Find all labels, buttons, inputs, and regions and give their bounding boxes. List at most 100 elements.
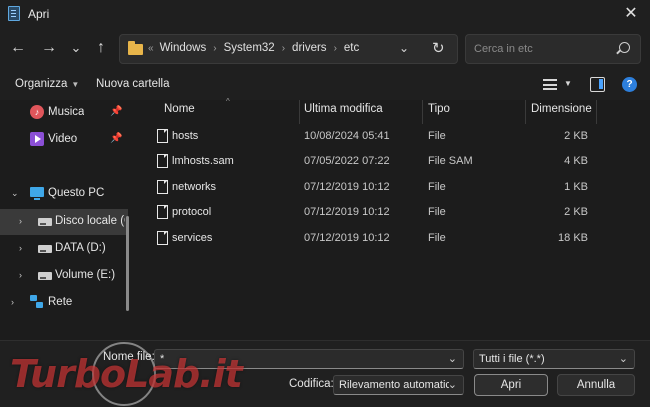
- up-button[interactable]: ↑: [89, 36, 113, 60]
- breadcrumb-separator[interactable]: ›: [282, 43, 285, 54]
- chevron-right-icon[interactable]: ›: [19, 270, 22, 280]
- music-icon: ♪: [30, 105, 44, 119]
- sidebar-item-questo-pc[interactable]: ⌄ Questo PC: [0, 181, 128, 207]
- close-button[interactable]: ✕: [618, 2, 644, 26]
- sidebar-item-disco-locale-c[interactable]: › Disco locale (C:): [0, 209, 128, 235]
- navigation-pane: ♪ Musica 📌 Video 📌 ⌄ Questo PC › Disco l…: [0, 100, 134, 315]
- navigation-bar: ← → ⌄ ↑ « Windows › System32 › drivers › etc ⌄ …: [0, 28, 650, 70]
- chevron-right-icon[interactable]: ›: [19, 243, 22, 253]
- breadcrumb-overflow[interactable]: «: [148, 43, 154, 54]
- open-button[interactable]: Apri: [474, 374, 548, 396]
- filename-value: *: [160, 353, 165, 365]
- network-icon: [30, 295, 44, 309]
- sidebar-item-rete[interactable]: › Rete: [0, 290, 128, 316]
- search-icon[interactable]: [619, 42, 630, 53]
- file-type: File: [428, 206, 446, 218]
- encoding-select[interactable]: Rilevamento automatico ⌄: [333, 375, 464, 395]
- preview-pane-icon[interactable]: [590, 77, 605, 92]
- chevron-down-icon[interactable]: ⌄: [448, 378, 457, 391]
- back-button[interactable]: ←: [6, 36, 30, 60]
- sidebar-item-label: Questo PC: [48, 187, 105, 199]
- file-size: 2 KB: [564, 206, 588, 218]
- column-divider[interactable]: [596, 100, 597, 124]
- column-divider[interactable]: [525, 100, 526, 124]
- computer-icon: [30, 187, 44, 200]
- title-bar: Apri ✕: [0, 0, 650, 28]
- filename-label: Nome file:: [103, 351, 155, 363]
- file-row[interactable]: networks 07/12/2019 10:12 File 1 KB: [146, 177, 606, 203]
- file-type: File: [428, 130, 446, 142]
- chevron-down-icon[interactable]: ⌄: [448, 352, 457, 365]
- sidebar-item-video[interactable]: Video 📌: [0, 127, 128, 153]
- chevron-down-icon[interactable]: ⌄: [11, 188, 19, 199]
- file-icon: [157, 231, 168, 245]
- column-header-size[interactable]: Dimensione: [531, 103, 592, 115]
- column-header-name[interactable]: Nome: [164, 103, 195, 115]
- file-icon: [157, 205, 168, 219]
- organize-button[interactable]: Organizza ▼: [15, 78, 79, 90]
- column-divider[interactable]: [299, 100, 300, 124]
- view-options-icon[interactable]: [543, 79, 557, 90]
- file-size: 1 KB: [564, 181, 588, 193]
- breadcrumb-system32[interactable]: System32: [224, 42, 275, 54]
- file-name: hosts: [172, 130, 199, 142]
- new-folder-button[interactable]: Nuova cartella: [96, 78, 170, 90]
- address-bar[interactable]: « Windows › System32 › drivers › etc ⌄ ↻: [119, 34, 458, 64]
- filetype-select[interactable]: Tutti i file (*.*) ⌄: [473, 349, 635, 369]
- sidebar-scrollbar[interactable]: [126, 216, 129, 311]
- chevron-down-icon[interactable]: ▼: [564, 79, 572, 88]
- column-header-modified[interactable]: Ultima modifica: [304, 103, 383, 115]
- address-history-chevron-icon[interactable]: ⌄: [399, 41, 409, 55]
- drive-icon: [38, 272, 52, 280]
- file-type: File SAM: [428, 155, 473, 167]
- dialog-footer: Nome file: * ⌄ Tutti i file (*.*) ⌄ Codi…: [0, 340, 650, 407]
- breadcrumb-separator[interactable]: ›: [334, 43, 337, 54]
- filetype-value: Tutti i file (*.*): [479, 353, 545, 365]
- file-row[interactable]: services 07/12/2019 10:12 File 18 KB: [146, 228, 606, 254]
- chevron-right-icon[interactable]: ›: [19, 216, 22, 226]
- video-icon: [30, 132, 44, 146]
- window-title: Apri: [28, 7, 50, 21]
- sidebar-item-volume-e[interactable]: › Volume (E:): [0, 263, 128, 289]
- help-icon[interactable]: ?: [622, 77, 637, 92]
- file-modified: 07/12/2019 10:12: [304, 181, 390, 193]
- notepad-icon: [8, 6, 20, 21]
- sidebar-item-label: Volume (E:): [55, 269, 116, 281]
- cancel-button[interactable]: Annulla: [557, 374, 635, 396]
- column-divider[interactable]: [422, 100, 423, 124]
- breadcrumb-windows[interactable]: Windows: [160, 42, 207, 54]
- file-name: services: [172, 232, 213, 244]
- search-box[interactable]: Cerca in etc: [465, 34, 641, 64]
- file-icon: [157, 180, 168, 194]
- file-row[interactable]: lmhosts.sam 07/05/2022 07:22 File SAM 4 …: [146, 151, 606, 177]
- search-placeholder: Cerca in etc: [474, 43, 533, 55]
- pin-icon: 📌: [110, 133, 123, 144]
- file-modified: 07/12/2019 10:12: [304, 232, 390, 244]
- file-row[interactable]: hosts 10/08/2024 05:41 File 2 KB: [146, 126, 606, 152]
- chevron-down-icon[interactable]: ⌄: [619, 352, 628, 365]
- encoding-value: Rilevamento automatico: [339, 379, 449, 391]
- breadcrumb-separator[interactable]: ›: [213, 43, 216, 54]
- sidebar-item-data-d[interactable]: › DATA (D:): [0, 236, 128, 262]
- breadcrumb-etc[interactable]: etc: [344, 42, 359, 54]
- file-name: lmhosts.sam: [172, 155, 234, 167]
- breadcrumb-drivers[interactable]: drivers: [292, 42, 327, 54]
- sidebar-item-label: Rete: [48, 296, 73, 308]
- file-modified: 07/12/2019 10:12: [304, 206, 390, 218]
- pin-icon: 📌: [110, 106, 123, 117]
- filename-combobox[interactable]: * ⌄: [154, 349, 464, 369]
- file-row[interactable]: protocol 07/12/2019 10:12 File 2 KB: [146, 202, 606, 228]
- chevron-right-icon[interactable]: ›: [11, 297, 14, 307]
- file-name: protocol: [172, 206, 212, 218]
- recent-locations-button[interactable]: ⌄: [64, 36, 88, 60]
- column-header-type[interactable]: Tipo: [428, 103, 450, 115]
- forward-button[interactable]: →: [37, 36, 61, 60]
- refresh-icon[interactable]: ↻: [432, 39, 445, 57]
- file-size: 2 KB: [564, 130, 588, 142]
- folder-icon: [128, 41, 143, 55]
- file-name: networks: [172, 181, 217, 193]
- file-modified: 10/08/2024 05:41: [304, 130, 390, 142]
- sidebar-item-musica[interactable]: ♪ Musica 📌: [0, 100, 128, 126]
- file-size: 4 KB: [564, 155, 588, 167]
- drive-icon: [38, 218, 52, 226]
